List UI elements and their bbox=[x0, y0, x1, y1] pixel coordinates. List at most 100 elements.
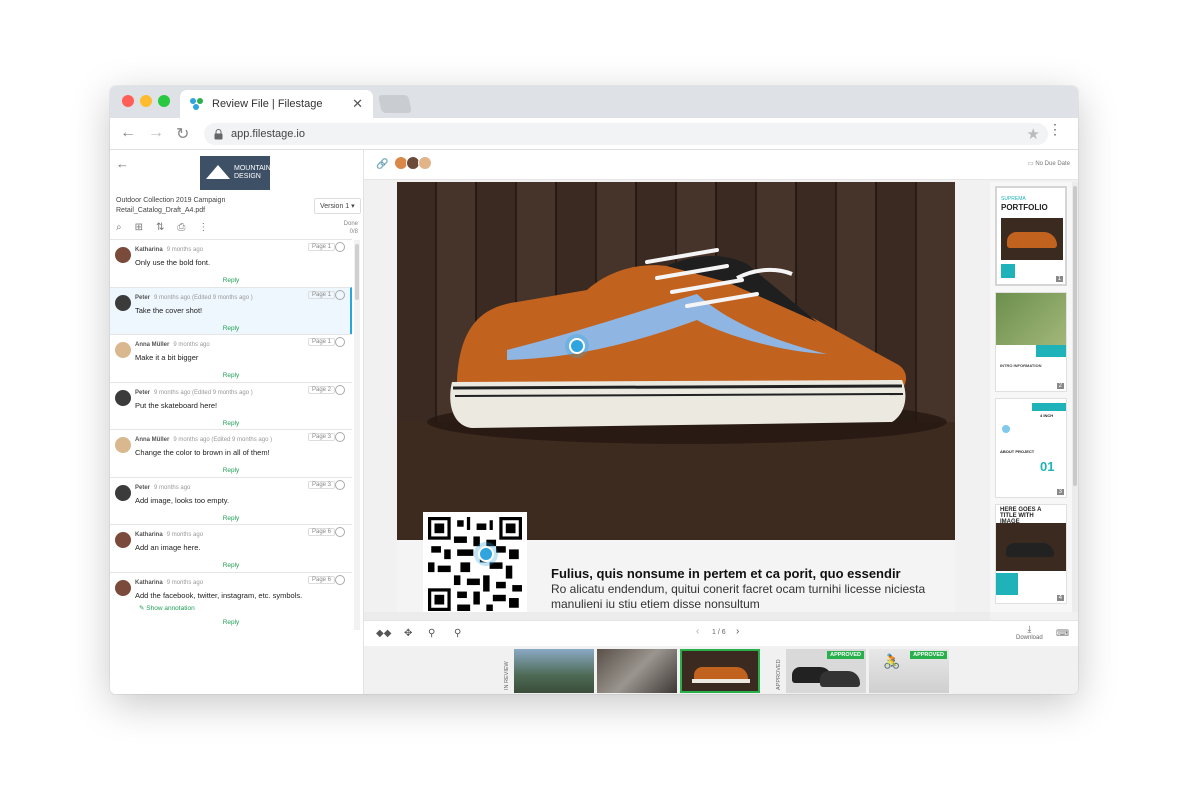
resolve-check-icon[interactable] bbox=[335, 384, 345, 395]
back-arrow-icon[interactable]: ← bbox=[120, 124, 136, 142]
comment-item[interactable]: Katharina 9 months ago Only use the bold … bbox=[110, 239, 352, 287]
comment-item[interactable]: Anna Müller 9 months ago (Edited 9 months… bbox=[110, 429, 352, 477]
version-dropdown[interactable]: Version 1 ▾ bbox=[314, 198, 361, 214]
close-window-icon[interactable] bbox=[122, 95, 134, 107]
keyboard-icon[interactable]: ⌨ bbox=[1056, 628, 1069, 639]
comment-item[interactable]: Peter 9 months ago Add image, looks too e… bbox=[110, 476, 352, 524]
resolve-check-icon[interactable] bbox=[335, 242, 345, 252]
resolve-check-icon[interactable] bbox=[335, 574, 345, 585]
due-date-label: No Due Date bbox=[1035, 161, 1070, 167]
browser-tab[interactable]: Review File | Filestage ✕ bbox=[180, 90, 373, 118]
thumb-number: 3 bbox=[1056, 489, 1064, 495]
page-tag[interactable]: Page 2 bbox=[308, 385, 336, 394]
annotation-marker[interactable] bbox=[478, 546, 494, 562]
minimize-window-icon[interactable] bbox=[140, 95, 152, 107]
page-tag[interactable]: Page 6 bbox=[308, 575, 336, 584]
comment-time: 9 months ago bbox=[166, 579, 204, 586]
horizontal-scrollbar[interactable] bbox=[364, 612, 990, 620]
print-icon[interactable]: ⎙ bbox=[177, 222, 185, 233]
comment-time: 9 months ago (Edited 9 months ago ) bbox=[154, 389, 253, 396]
page-tag[interactable]: Page 1 bbox=[308, 243, 336, 251]
qr-code bbox=[423, 512, 527, 612]
comment-item[interactable]: Katharina 9 months ago Add an image here.… bbox=[110, 524, 352, 572]
search-icon[interactable]: ⌕ bbox=[116, 222, 122, 233]
prev-page-icon[interactable]: ‹ bbox=[696, 626, 699, 637]
resolve-check-icon[interactable] bbox=[335, 527, 345, 537]
done-count: 0/8 bbox=[349, 229, 358, 235]
resolve-check-icon[interactable] bbox=[335, 432, 345, 442]
filmstrip-file[interactable] bbox=[514, 649, 594, 693]
page-thumbnail[interactable]: INTRO INFORMATION 2 bbox=[995, 292, 1067, 392]
reply-link[interactable]: Reply bbox=[110, 467, 352, 474]
back-icon[interactable]: ← bbox=[116, 156, 129, 171]
show-annotation-link[interactable]: ✎ Show annotation bbox=[139, 604, 195, 612]
resolve-check-icon[interactable] bbox=[335, 337, 345, 347]
reply-link[interactable]: Reply bbox=[110, 372, 352, 379]
comment-scrollbar[interactable] bbox=[354, 240, 360, 630]
thumb-accent bbox=[1032, 403, 1066, 411]
fit-width-icon[interactable]: ◆◆ bbox=[376, 628, 391, 639]
approved-badge: APPROVED bbox=[910, 651, 947, 659]
filmstrip-file[interactable] bbox=[597, 649, 677, 693]
sort-icon[interactable]: ⇅ bbox=[156, 222, 164, 233]
page-body-text: Ro alicatu endendum, quitui conerit facr… bbox=[551, 582, 926, 611]
resolve-check-icon[interactable] bbox=[335, 289, 345, 300]
maximize-window-icon[interactable] bbox=[158, 95, 170, 107]
sneaker-image bbox=[427, 248, 947, 444]
zoom-in-icon[interactable]: ⚲ bbox=[454, 628, 461, 639]
page-tag[interactable]: Page 1 bbox=[308, 338, 336, 346]
new-tab-button[interactable] bbox=[378, 95, 412, 113]
add-comment-icon[interactable]: ⊞ bbox=[135, 222, 143, 233]
filmstrip-file-current[interactable] bbox=[680, 649, 760, 693]
url-field[interactable]: app.filestage.io ★ bbox=[204, 123, 1048, 145]
file-viewer: 🔗 ▭ No Due Date Fulius, quis nonsume in … bbox=[364, 150, 1078, 694]
download-button[interactable]: ⤓ Download bbox=[1016, 624, 1043, 641]
reply-link[interactable]: Reply bbox=[110, 325, 352, 332]
reply-link[interactable]: Reply bbox=[110, 562, 352, 569]
more-options-icon[interactable]: ⋮ bbox=[198, 222, 208, 233]
comment-text: Put the skateboard here! bbox=[135, 400, 218, 410]
next-page-icon[interactable]: › bbox=[736, 626, 739, 637]
comment-text: Make it a bit bigger bbox=[135, 353, 199, 362]
comment-item[interactable]: Anna Müller 9 months ago Make it a bit bi… bbox=[110, 334, 352, 382]
reply-link[interactable]: Reply bbox=[110, 515, 352, 522]
filmstrip-file[interactable]: 🚴 APPROVED bbox=[869, 649, 949, 693]
forward-arrow-icon[interactable]: → bbox=[148, 124, 164, 142]
page-thumbnail[interactable]: 4 INCH ABOUT PROJECT 01 3 bbox=[995, 398, 1067, 498]
page-tag[interactable]: Page 3 bbox=[308, 433, 336, 441]
comment-item[interactable]: Katharina 9 months ago Add the facebook, … bbox=[110, 571, 352, 629]
close-tab-icon[interactable]: ✕ bbox=[352, 96, 363, 112]
comment-item[interactable]: Peter 9 months ago (Edited 9 months ago )… bbox=[110, 286, 352, 334]
approved-badge: APPROVED bbox=[827, 651, 864, 659]
thumbnail-scrollbar[interactable] bbox=[1072, 182, 1078, 612]
comment-meta: Anna Müller 9 months ago (Edited 9 months… bbox=[135, 437, 272, 443]
resolve-check-icon[interactable] bbox=[335, 479, 345, 490]
comment-meta: Katharina 9 months ago bbox=[135, 247, 203, 253]
filmstrip-file[interactable]: APPROVED bbox=[786, 649, 866, 693]
page-indicator: 1 / 6 bbox=[712, 629, 726, 636]
bookmark-star-icon[interactable]: ★ bbox=[1027, 125, 1040, 143]
browser-menu-icon[interactable]: ⋮ bbox=[1048, 122, 1062, 136]
filestage-favicon-icon bbox=[190, 98, 204, 110]
annotation-marker[interactable] bbox=[569, 338, 585, 354]
comment-item[interactable]: Peter 9 months ago (Edited 9 months ago )… bbox=[110, 381, 352, 429]
zoom-out-icon[interactable]: ⚲ bbox=[428, 628, 435, 639]
page-tag[interactable]: Page 1 bbox=[308, 290, 336, 299]
url-text: app.filestage.io bbox=[231, 128, 305, 140]
reply-link[interactable]: Reply bbox=[110, 420, 352, 427]
document-page[interactable]: Fulius, quis nonsume in pertem et ca por… bbox=[397, 182, 955, 612]
page-thumbnail[interactable]: SUPREMA PORTFOLIO 1 bbox=[995, 186, 1067, 286]
page-tag[interactable]: Page 6 bbox=[308, 528, 336, 536]
comment-author: Anna Müller bbox=[135, 342, 170, 348]
avatar bbox=[115, 437, 131, 453]
reply-link[interactable]: Reply bbox=[110, 277, 352, 284]
reload-icon[interactable]: ↻ bbox=[176, 124, 189, 144]
fit-page-icon[interactable]: ✥ bbox=[404, 628, 412, 639]
thumb-title: PORTFOLIO bbox=[1001, 203, 1048, 212]
reply-link[interactable]: Reply bbox=[110, 619, 352, 626]
link-icon[interactable]: 🔗 bbox=[376, 159, 388, 170]
due-date[interactable]: ▭ No Due Date bbox=[1028, 160, 1070, 167]
page-thumbnail[interactable]: HERE GOES A TITLE WITH IMAGE 4 bbox=[995, 504, 1067, 604]
page-tag[interactable]: Page 3 bbox=[308, 480, 336, 489]
avatar bbox=[115, 484, 131, 501]
